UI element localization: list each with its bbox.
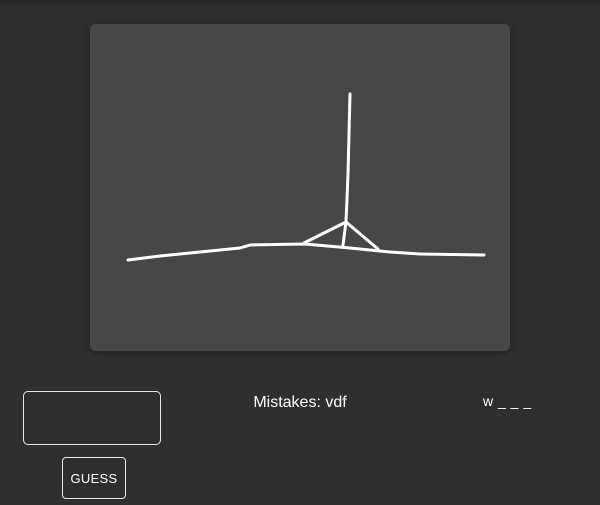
guess-button[interactable]: GUESS xyxy=(62,457,126,499)
top-shadow xyxy=(0,0,600,6)
word-display: w _ _ _ xyxy=(483,393,532,409)
hangman-drawing xyxy=(126,92,486,262)
guess-input[interactable] xyxy=(23,391,161,445)
ground-line xyxy=(126,242,486,262)
center-strut xyxy=(341,220,348,247)
mistakes-label: Mistakes: vdf xyxy=(253,394,347,411)
pole-line xyxy=(344,92,352,223)
drawing-canvas xyxy=(90,24,510,351)
